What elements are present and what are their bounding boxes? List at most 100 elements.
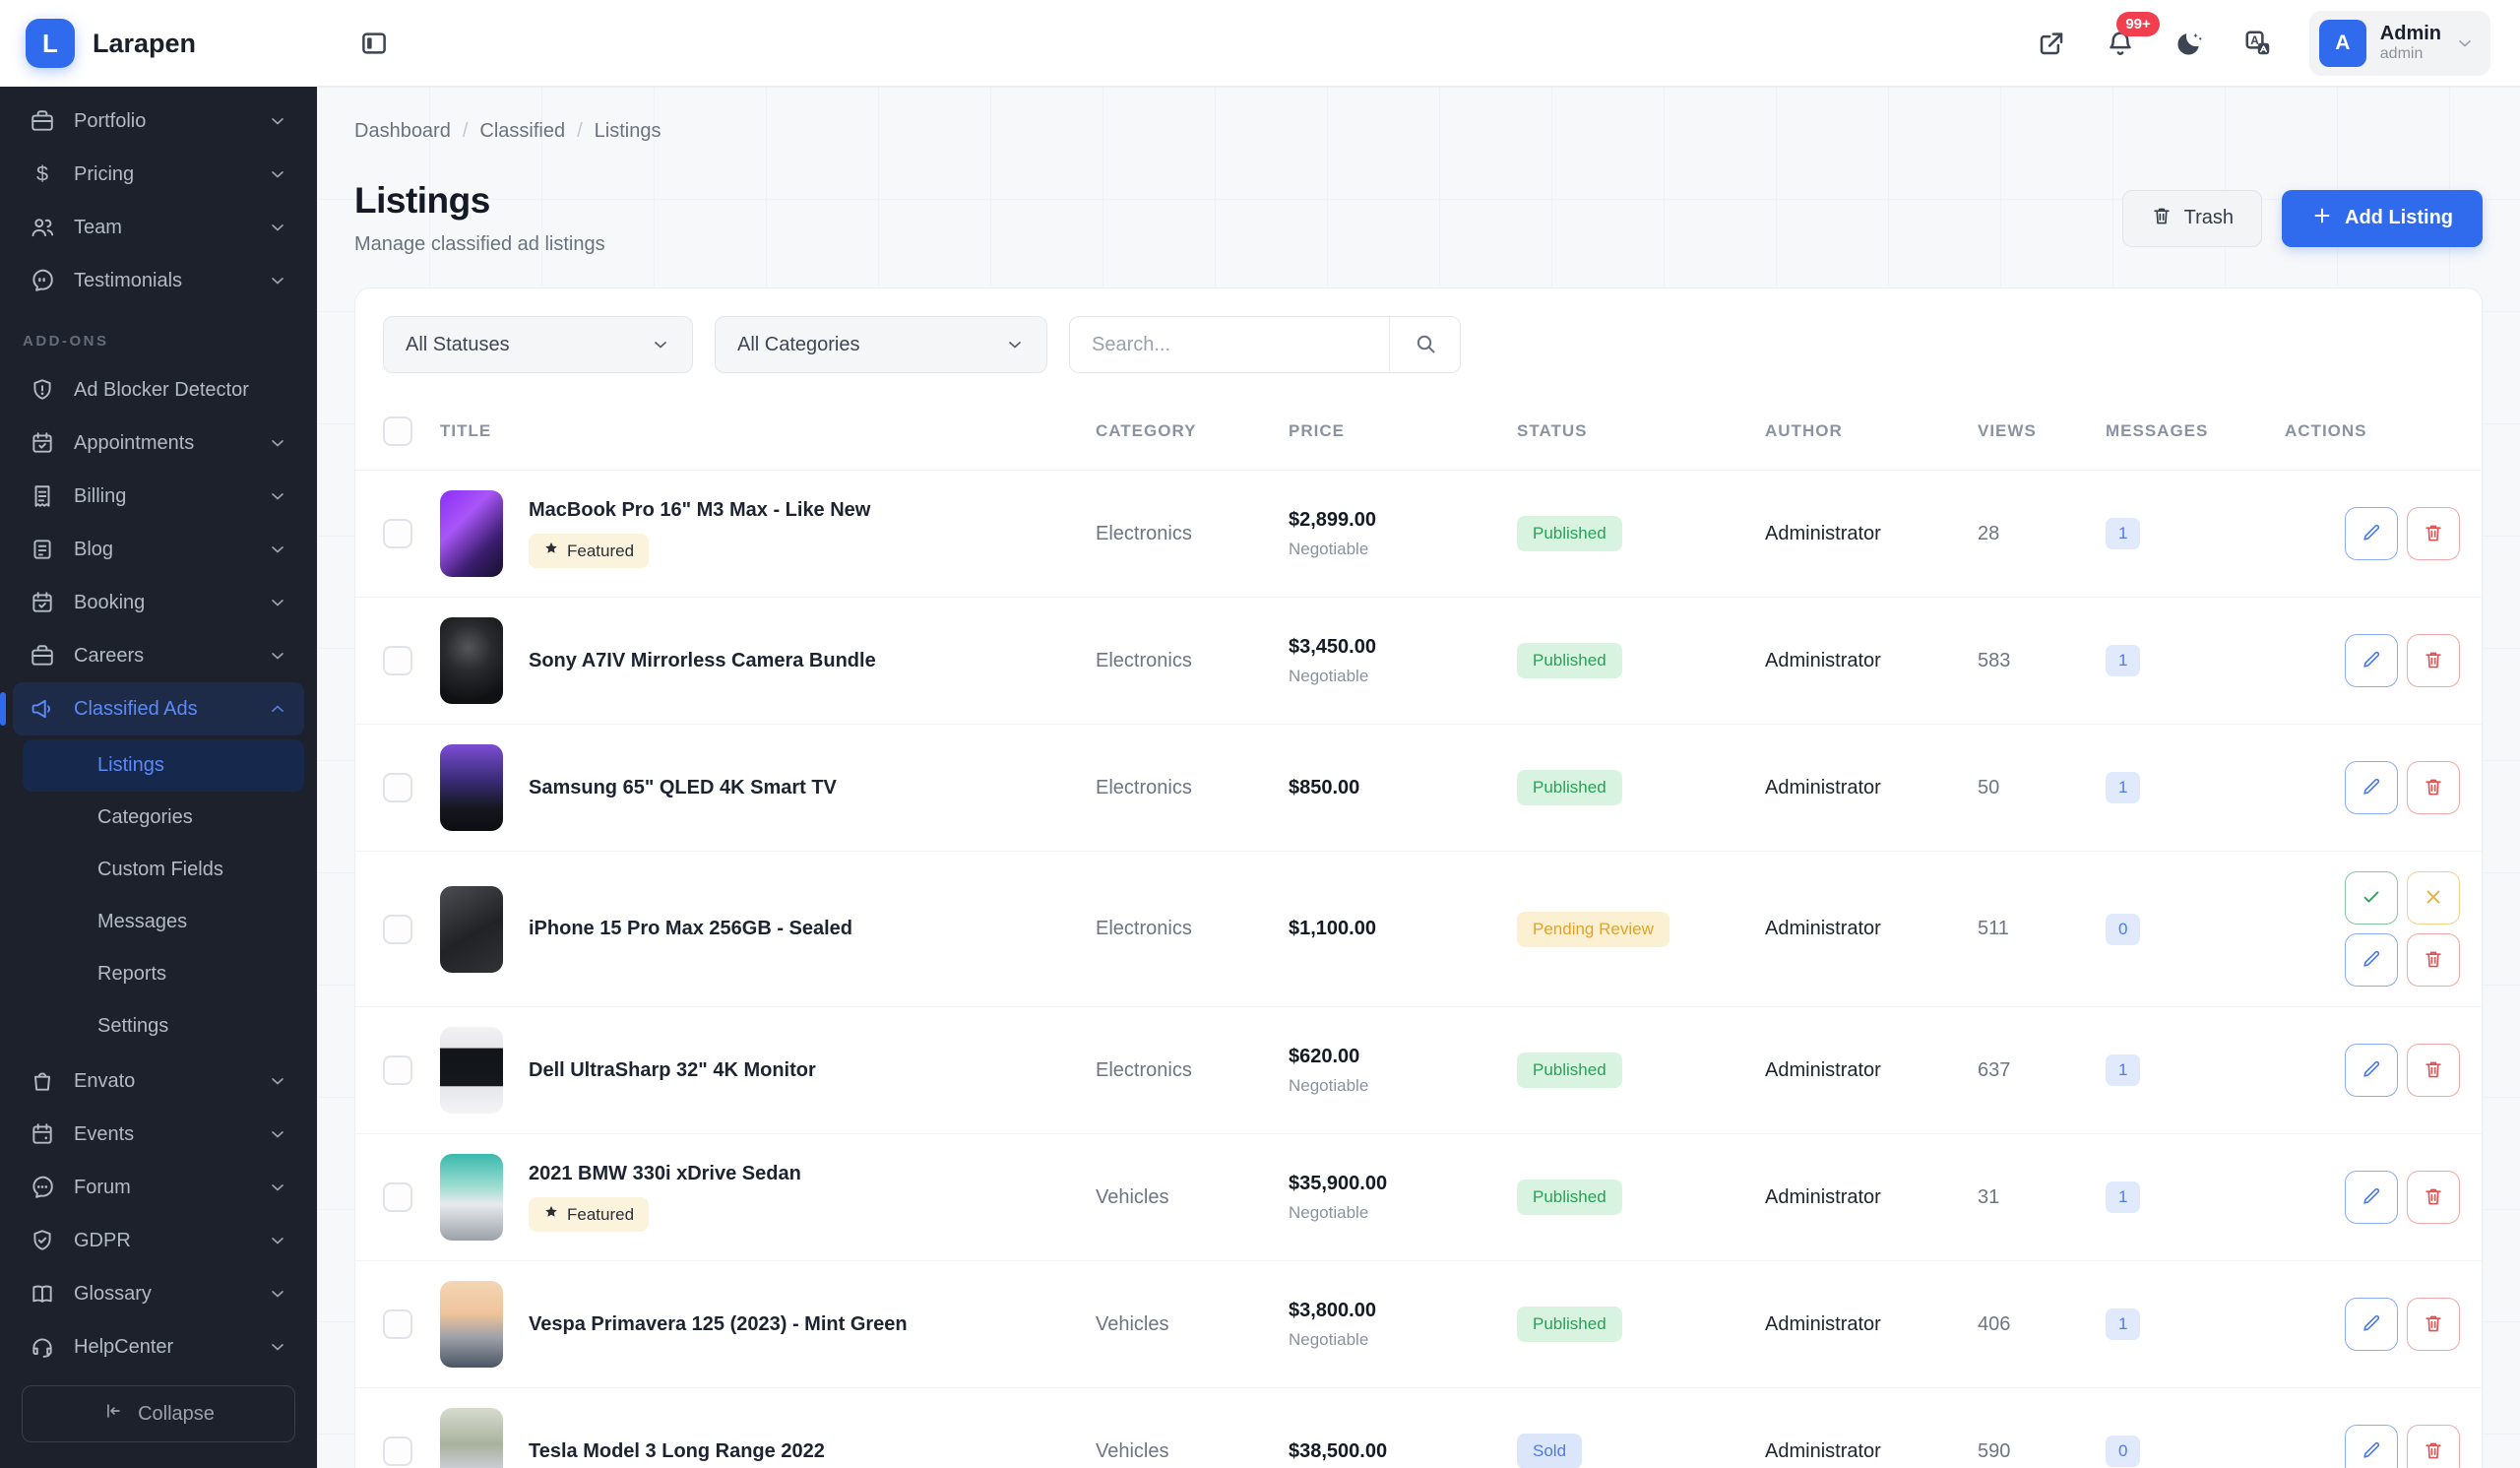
row-checkbox[interactable] (383, 1436, 412, 1466)
sidebar: L Larapen Portfolio $ Pricing Team Testimoni… (0, 0, 317, 1468)
edit-button[interactable] (2345, 761, 2398, 814)
row-checkbox[interactable] (383, 1309, 412, 1339)
sidebar-item-careers[interactable]: Careers (13, 629, 304, 682)
listing-views: 511 (1978, 918, 2009, 939)
sidebar-item-blog[interactable]: Blog (13, 523, 304, 576)
status-filter-select[interactable]: All Statuses (383, 316, 693, 373)
edit-button[interactable] (2345, 933, 2398, 987)
breadcrumb-classified[interactable]: Classified (479, 120, 565, 143)
messages-count-badge: 1 (2106, 1308, 2141, 1340)
add-listing-button[interactable]: Add Listing (2282, 189, 2483, 247)
listing-category: Electronics (1096, 649, 1192, 671)
sidebar-subitem-categories[interactable]: Categories (23, 792, 304, 844)
delete-button[interactable] (2407, 761, 2460, 814)
delete-button[interactable] (2407, 634, 2460, 687)
sidebar-item-gdpr[interactable]: GDPR (13, 1214, 304, 1267)
sidebar-subitem-messages[interactable]: Messages (23, 896, 304, 948)
status-badge: Pending Review (1517, 911, 1670, 947)
page-header: Listings Manage classified ad listings T… (354, 180, 2483, 256)
chevron-down-icon (268, 433, 287, 453)
edit-button[interactable] (2345, 1425, 2398, 1468)
listings-card: All Statuses All Categories Search... TI… (354, 287, 2483, 1468)
search-button[interactable] (1389, 317, 1460, 372)
quote-icon (30, 268, 55, 293)
sidebar-item-testimonials[interactable]: Testimonials (13, 254, 304, 307)
language-translate-icon[interactable]: A (2240, 26, 2276, 61)
listing-title: Sony A7IV Mirrorless Camera Bundle (529, 649, 876, 671)
pencil-icon (2361, 522, 2382, 546)
delete-button[interactable] (2407, 1171, 2460, 1224)
listing-views: 50 (1978, 776, 2000, 798)
sidebar-subitem-settings[interactable]: Settings (23, 1000, 304, 1053)
avatar: A (2318, 19, 2366, 67)
row-checkbox[interactable] (383, 914, 412, 944)
chevron-up-icon (268, 699, 287, 719)
user-menu[interactable]: A Admin admin (2308, 10, 2490, 76)
row-checkbox[interactable] (383, 773, 412, 802)
edit-button[interactable] (2345, 1171, 2398, 1224)
breadcrumb-dashboard[interactable]: Dashboard (354, 120, 451, 143)
page-content: Dashboard / Classified / Listings Listin… (317, 87, 2520, 1468)
sidebar-item-events[interactable]: Events (13, 1108, 304, 1161)
select-all-checkbox[interactable] (383, 416, 412, 446)
external-link-icon[interactable] (2034, 26, 2069, 61)
collapse-icon (102, 1400, 124, 1428)
approve-button[interactable] (2345, 871, 2398, 925)
listing-title: Dell UltraSharp 32" 4K Monitor (529, 1058, 816, 1081)
chevron-down-icon (268, 271, 287, 290)
delete-button[interactable] (2407, 507, 2460, 560)
listing-thumbnail (440, 744, 503, 831)
sidebar-subitem-custom-fields[interactable]: Custom Fields (23, 844, 304, 896)
negotiable-label: Negotiable (1289, 1075, 1369, 1095)
delete-button[interactable] (2407, 1044, 2460, 1097)
sidebar-item-envato[interactable]: Envato (13, 1054, 304, 1108)
listing-thumbnail (440, 1027, 503, 1114)
main-area: 99+ A A Admin admin Dashboard / Classifi… (317, 0, 2520, 1468)
trash-icon (2423, 1312, 2444, 1337)
sidebar-item-glossary[interactable]: Glossary (13, 1267, 304, 1320)
notifications-bell[interactable]: 99+ (2103, 11, 2160, 61)
sidebar-item-pricing[interactable]: $ Pricing (13, 148, 304, 201)
reject-button[interactable] (2407, 871, 2460, 925)
sidebar-toggle-icon[interactable] (356, 26, 392, 61)
sidebar-item-classified-ads[interactable]: Classified Ads (0, 682, 304, 735)
sidebar-item-appointments[interactable]: Appointments (13, 416, 304, 470)
row-checkbox[interactable] (383, 1055, 412, 1085)
listing-title: Tesla Model 3 Long Range 2022 (529, 1439, 825, 1462)
category-filter-select[interactable]: All Categories (715, 316, 1047, 373)
chevron-down-icon (651, 335, 670, 354)
trash-icon (2423, 776, 2444, 800)
row-checkbox[interactable] (383, 646, 412, 675)
messages-count-badge: 0 (2106, 1436, 2141, 1467)
sidebar-item-helpcenter[interactable]: HelpCenter (13, 1320, 304, 1372)
sidebar-item-portfolio[interactable]: Portfolio (13, 95, 304, 148)
sidebar-item-forum[interactable]: Forum (13, 1161, 304, 1214)
delete-button[interactable] (2407, 933, 2460, 987)
edit-button[interactable] (2345, 634, 2398, 687)
sidebar-item-billing[interactable]: Billing (13, 470, 304, 523)
pencil-icon (2361, 649, 2382, 673)
row-checkbox[interactable] (383, 519, 412, 548)
sidebar-item-team[interactable]: Team (13, 201, 304, 254)
trash-icon (2423, 948, 2444, 973)
pencil-icon (2361, 1312, 2382, 1337)
edit-button[interactable] (2345, 1298, 2398, 1351)
sidebar-subitem-listings[interactable]: Listings (23, 739, 304, 792)
sidebar-item-label: Pricing (74, 162, 135, 185)
trash-button[interactable]: Trash (2121, 189, 2263, 247)
delete-button[interactable] (2407, 1425, 2460, 1468)
dark-mode-moon-icon[interactable] (2172, 26, 2207, 61)
sidebar-item-booking[interactable]: Booking (13, 576, 304, 629)
chat-icon (30, 1175, 55, 1200)
sidebar-collapse-button[interactable]: Collapse (22, 1385, 295, 1442)
edit-button[interactable] (2345, 1044, 2398, 1097)
search-input[interactable] (1070, 317, 1389, 372)
brand-logo: L (26, 19, 75, 68)
sidebar-subitem-reports[interactable]: Reports (23, 948, 304, 1000)
row-checkbox[interactable] (383, 1182, 412, 1212)
sidebar-nav: Portfolio $ Pricing Team Testimonials ADD-ONS… (0, 87, 317, 1372)
sidebar-item-ad-blocker-detector[interactable]: Ad Blocker Detector (13, 363, 304, 416)
edit-button[interactable] (2345, 507, 2398, 560)
delete-button[interactable] (2407, 1298, 2460, 1351)
filters-bar: All Statuses All Categories (355, 316, 2482, 401)
